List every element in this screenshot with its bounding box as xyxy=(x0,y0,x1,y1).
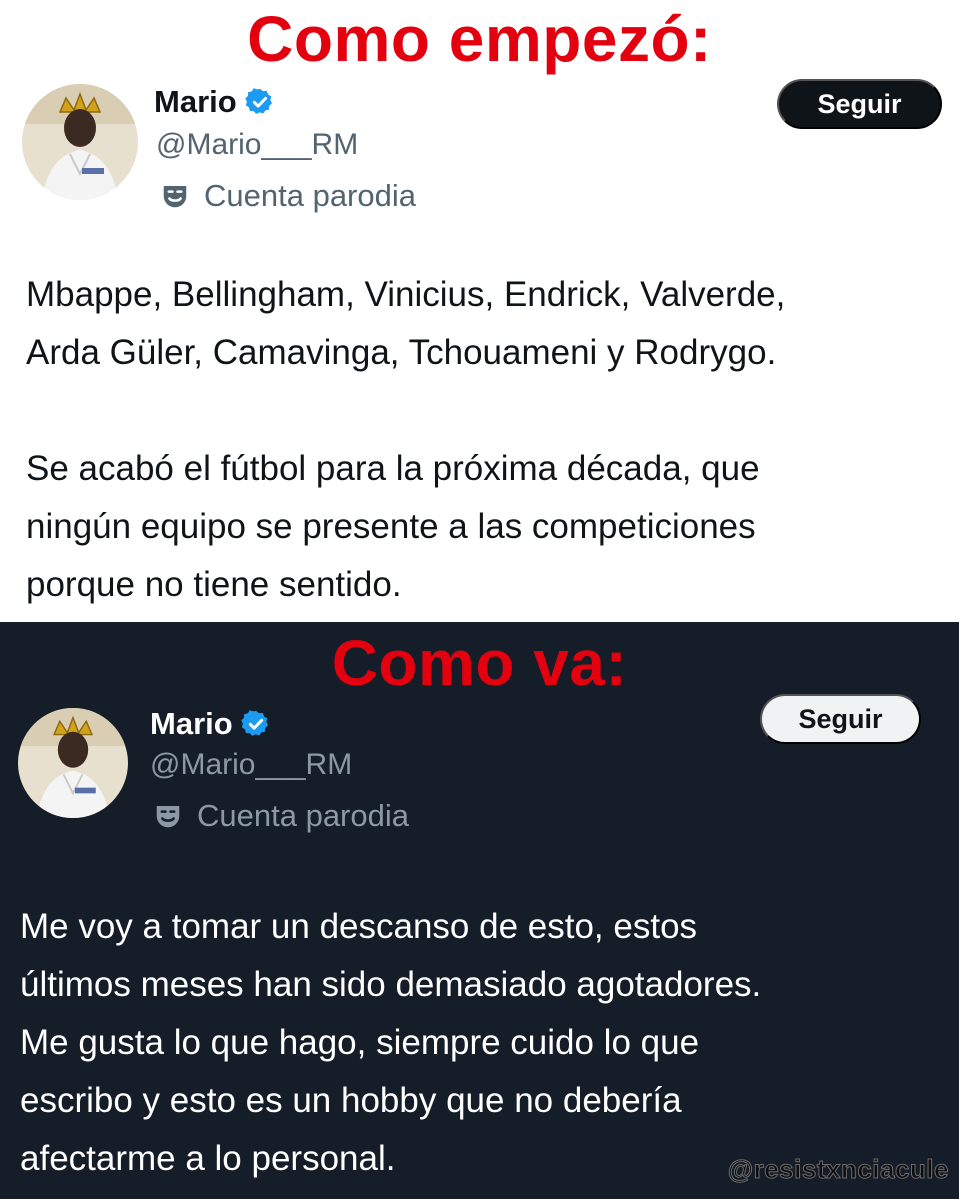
parody-label-row: Cuenta parodia xyxy=(160,178,416,214)
theater-mask-icon xyxy=(163,186,187,208)
parody-label: Cuenta parodia xyxy=(204,178,416,213)
profile-name[interactable]: Mario xyxy=(150,706,233,742)
follow-button[interactable]: Seguir xyxy=(777,79,942,129)
avatar[interactable] xyxy=(22,84,138,200)
verified-badge-icon xyxy=(240,710,268,736)
tweet-text: Me voy a tomar un descanso de esto, esto… xyxy=(20,907,762,1178)
bottom-caption: Como va: xyxy=(331,627,628,699)
profile-name-row: Mario xyxy=(154,80,275,124)
verified-badge-icon xyxy=(244,88,272,114)
avatar-image xyxy=(22,84,138,200)
bottom-panel: Como va: Mario @Mario___RM Cuenta parodi… xyxy=(0,622,959,1199)
avatar-image xyxy=(18,708,128,818)
watermark: @resistxnciacule xyxy=(727,1154,949,1185)
profile-handle[interactable]: @Mario___RM xyxy=(150,748,352,782)
profile-name[interactable]: Mario xyxy=(154,84,237,120)
profile-name-row: Mario xyxy=(150,702,271,746)
parody-label: Cuenta parodia xyxy=(197,798,409,833)
profile-handle[interactable]: @Mario___RM xyxy=(156,128,358,162)
top-panel: Como empezó: Mario @Mario___RM Cuenta pa… xyxy=(0,0,959,622)
follow-button[interactable]: Seguir xyxy=(760,694,921,744)
theater-mask-icon xyxy=(156,806,180,828)
top-caption: Como empezó: xyxy=(247,3,712,75)
avatar[interactable] xyxy=(18,708,128,818)
tweet-text: Mbappe, Bellingham, Vinicius, Endrick, V… xyxy=(26,275,786,604)
parody-label-row: Cuenta parodia xyxy=(153,798,409,834)
